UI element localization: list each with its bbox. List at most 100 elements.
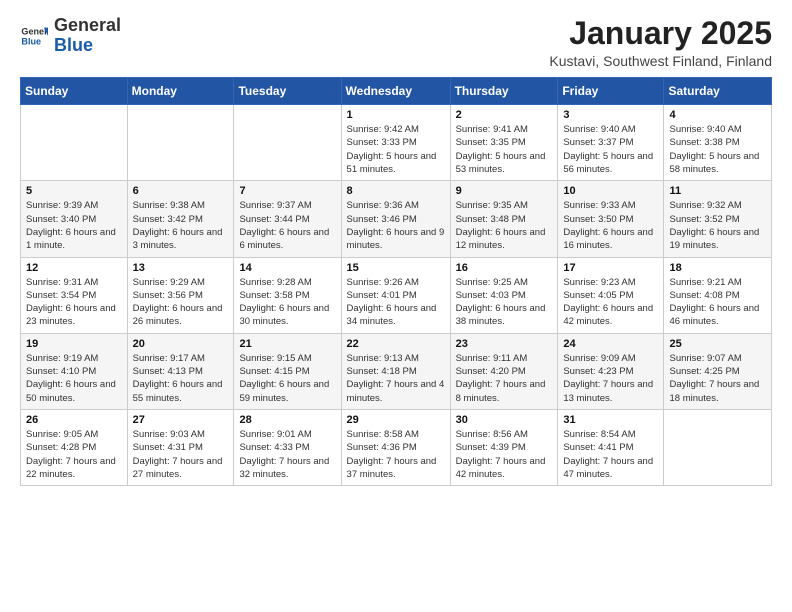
day-number: 22 xyxy=(347,338,445,350)
day-cell: 13 Sunrise: 9:29 AM Sunset: 3:56 PM Dayli… xyxy=(127,257,234,333)
calendar-table: SundayMondayTuesdayWednesdayThursdayFrid… xyxy=(20,77,772,486)
day-number: 7 xyxy=(239,185,335,197)
day-info: Sunrise: 9:38 AM Sunset: 3:42 PM Dayligh… xyxy=(133,199,229,252)
day-info: Sunrise: 9:09 AM Sunset: 4:23 PM Dayligh… xyxy=(563,352,658,405)
day-cell: 28 Sunrise: 9:01 AM Sunset: 4:33 PM Dayli… xyxy=(234,409,341,485)
day-number: 8 xyxy=(347,185,445,197)
day-info: Sunrise: 9:25 AM Sunset: 4:03 PM Dayligh… xyxy=(456,276,553,329)
day-number: 12 xyxy=(26,262,122,274)
day-info: Sunrise: 9:01 AM Sunset: 4:33 PM Dayligh… xyxy=(239,428,335,481)
day-info: Sunrise: 9:35 AM Sunset: 3:48 PM Dayligh… xyxy=(456,199,553,252)
day-cell: 5 Sunrise: 9:39 AM Sunset: 3:40 PM Daylig… xyxy=(21,181,128,257)
day-cell: 14 Sunrise: 9:28 AM Sunset: 3:58 PM Dayli… xyxy=(234,257,341,333)
day-cell: 10Sunrise: 9:33 AM Sunset: 3:50 PM Dayli… xyxy=(558,181,664,257)
day-number: 13 xyxy=(133,262,229,274)
day-number: 20 xyxy=(133,338,229,350)
day-info: Sunrise: 9:15 AM Sunset: 4:15 PM Dayligh… xyxy=(239,352,335,405)
day-info: Sunrise: 9:26 AM Sunset: 4:01 PM Dayligh… xyxy=(347,276,445,329)
day-cell: 15 Sunrise: 9:26 AM Sunset: 4:01 PM Dayli… xyxy=(341,257,450,333)
day-cell: 8 Sunrise: 9:36 AM Sunset: 3:46 PM Daylig… xyxy=(341,181,450,257)
day-cell: 26 Sunrise: 9:05 AM Sunset: 4:28 PM Dayli… xyxy=(21,409,128,485)
day-number: 2 xyxy=(456,109,553,121)
day-number: 28 xyxy=(239,414,335,426)
svg-text:General: General xyxy=(21,26,48,36)
day-info: Sunrise: 9:21 AM Sunset: 4:08 PM Dayligh… xyxy=(669,276,766,329)
day-info: Sunrise: 9:05 AM Sunset: 4:28 PM Dayligh… xyxy=(26,428,122,481)
day-cell: 4 Sunrise: 9:40 AM Sunset: 3:38 PM Daylig… xyxy=(664,105,772,181)
day-number: 1 xyxy=(347,109,445,121)
day-cell: 11 Sunrise: 9:32 AM Sunset: 3:52 PM Dayli… xyxy=(664,181,772,257)
title-block: January 2025 Kustavi, Southwest Finland,… xyxy=(549,16,772,69)
day-cell: 6 Sunrise: 9:38 AM Sunset: 3:42 PM Daylig… xyxy=(127,181,234,257)
weekday-header-row: SundayMondayTuesdayWednesdayThursdayFrid… xyxy=(21,78,772,105)
logo-blue: Blue xyxy=(54,35,93,55)
week-row-4: 19Sunrise: 9:19 AM Sunset: 4:10 PM Dayli… xyxy=(21,333,772,409)
day-number: 16 xyxy=(456,262,553,274)
day-number: 14 xyxy=(239,262,335,274)
day-cell xyxy=(234,105,341,181)
day-number: 21 xyxy=(239,338,335,350)
day-info: Sunrise: 8:54 AM Sunset: 4:41 PM Dayligh… xyxy=(563,428,658,481)
header: General Blue General Blue January 2025 K… xyxy=(20,16,772,69)
day-cell xyxy=(127,105,234,181)
day-info: Sunrise: 9:41 AM Sunset: 3:35 PM Dayligh… xyxy=(456,123,553,176)
day-info: Sunrise: 9:23 AM Sunset: 4:05 PM Dayligh… xyxy=(563,276,658,329)
week-row-1: 1 Sunrise: 9:42 AM Sunset: 3:33 PM Daylig… xyxy=(21,105,772,181)
day-number: 4 xyxy=(669,109,766,121)
day-number: 9 xyxy=(456,185,553,197)
day-number: 26 xyxy=(26,414,122,426)
day-info: Sunrise: 9:37 AM Sunset: 3:44 PM Dayligh… xyxy=(239,199,335,252)
week-row-2: 5 Sunrise: 9:39 AM Sunset: 3:40 PM Daylig… xyxy=(21,181,772,257)
day-info: Sunrise: 9:13 AM Sunset: 4:18 PM Dayligh… xyxy=(347,352,445,405)
day-cell: 30 Sunrise: 8:56 AM Sunset: 4:39 PM Dayli… xyxy=(450,409,558,485)
day-cell xyxy=(664,409,772,485)
day-number: 23 xyxy=(456,338,553,350)
day-number: 27 xyxy=(133,414,229,426)
day-number: 17 xyxy=(563,262,658,274)
day-info: Sunrise: 9:28 AM Sunset: 3:58 PM Dayligh… xyxy=(239,276,335,329)
weekday-header-wednesday: Wednesday xyxy=(341,78,450,105)
weekday-header-tuesday: Tuesday xyxy=(234,78,341,105)
day-info: Sunrise: 9:42 AM Sunset: 3:33 PM Dayligh… xyxy=(347,123,445,176)
page: General Blue General Blue January 2025 K… xyxy=(0,0,792,612)
day-cell: 23 Sunrise: 9:11 AM Sunset: 4:20 PM Dayli… xyxy=(450,333,558,409)
day-cell: 17 Sunrise: 9:23 AM Sunset: 4:05 PM Dayli… xyxy=(558,257,664,333)
day-info: Sunrise: 9:39 AM Sunset: 3:40 PM Dayligh… xyxy=(26,199,122,252)
day-number: 11 xyxy=(669,185,766,197)
day-number: 3 xyxy=(563,109,658,121)
day-info: Sunrise: 9:17 AM Sunset: 4:13 PM Dayligh… xyxy=(133,352,229,405)
day-info: Sunrise: 8:56 AM Sunset: 4:39 PM Dayligh… xyxy=(456,428,553,481)
day-info: Sunrise: 9:07 AM Sunset: 4:25 PM Dayligh… xyxy=(669,352,766,405)
day-info: Sunrise: 9:36 AM Sunset: 3:46 PM Dayligh… xyxy=(347,199,445,252)
month-title: January 2025 xyxy=(549,16,772,51)
day-number: 6 xyxy=(133,185,229,197)
day-number: 5 xyxy=(26,185,122,197)
day-number: 30 xyxy=(456,414,553,426)
day-cell: 12Sunrise: 9:31 AM Sunset: 3:54 PM Dayli… xyxy=(21,257,128,333)
day-info: Sunrise: 9:32 AM Sunset: 3:52 PM Dayligh… xyxy=(669,199,766,252)
day-cell: 20 Sunrise: 9:17 AM Sunset: 4:13 PM Dayli… xyxy=(127,333,234,409)
day-cell: 16 Sunrise: 9:25 AM Sunset: 4:03 PM Dayli… xyxy=(450,257,558,333)
location: Kustavi, Southwest Finland, Finland xyxy=(549,53,772,69)
day-cell: 24 Sunrise: 9:09 AM Sunset: 4:23 PM Dayli… xyxy=(558,333,664,409)
day-info: Sunrise: 9:11 AM Sunset: 4:20 PM Dayligh… xyxy=(456,352,553,405)
weekday-header-monday: Monday xyxy=(127,78,234,105)
day-info: Sunrise: 9:40 AM Sunset: 3:38 PM Dayligh… xyxy=(669,123,766,176)
day-cell: 19Sunrise: 9:19 AM Sunset: 4:10 PM Dayli… xyxy=(21,333,128,409)
day-cell: 22 Sunrise: 9:13 AM Sunset: 4:18 PM Dayli… xyxy=(341,333,450,409)
day-cell: 9 Sunrise: 9:35 AM Sunset: 3:48 PM Daylig… xyxy=(450,181,558,257)
logo-text: General Blue xyxy=(54,16,121,56)
day-cell: 1 Sunrise: 9:42 AM Sunset: 3:33 PM Daylig… xyxy=(341,105,450,181)
logo-icon: General Blue xyxy=(20,22,48,50)
day-info: Sunrise: 8:58 AM Sunset: 4:36 PM Dayligh… xyxy=(347,428,445,481)
weekday-header-sunday: Sunday xyxy=(21,78,128,105)
day-info: Sunrise: 9:40 AM Sunset: 3:37 PM Dayligh… xyxy=(563,123,658,176)
logo: General Blue General Blue xyxy=(20,16,121,56)
day-cell xyxy=(21,105,128,181)
day-number: 15 xyxy=(347,262,445,274)
day-info: Sunrise: 9:29 AM Sunset: 3:56 PM Dayligh… xyxy=(133,276,229,329)
day-number: 24 xyxy=(563,338,658,350)
svg-text:Blue: Blue xyxy=(21,36,41,46)
day-info: Sunrise: 9:19 AM Sunset: 4:10 PM Dayligh… xyxy=(26,352,122,405)
day-cell: 31Sunrise: 8:54 AM Sunset: 4:41 PM Dayli… xyxy=(558,409,664,485)
